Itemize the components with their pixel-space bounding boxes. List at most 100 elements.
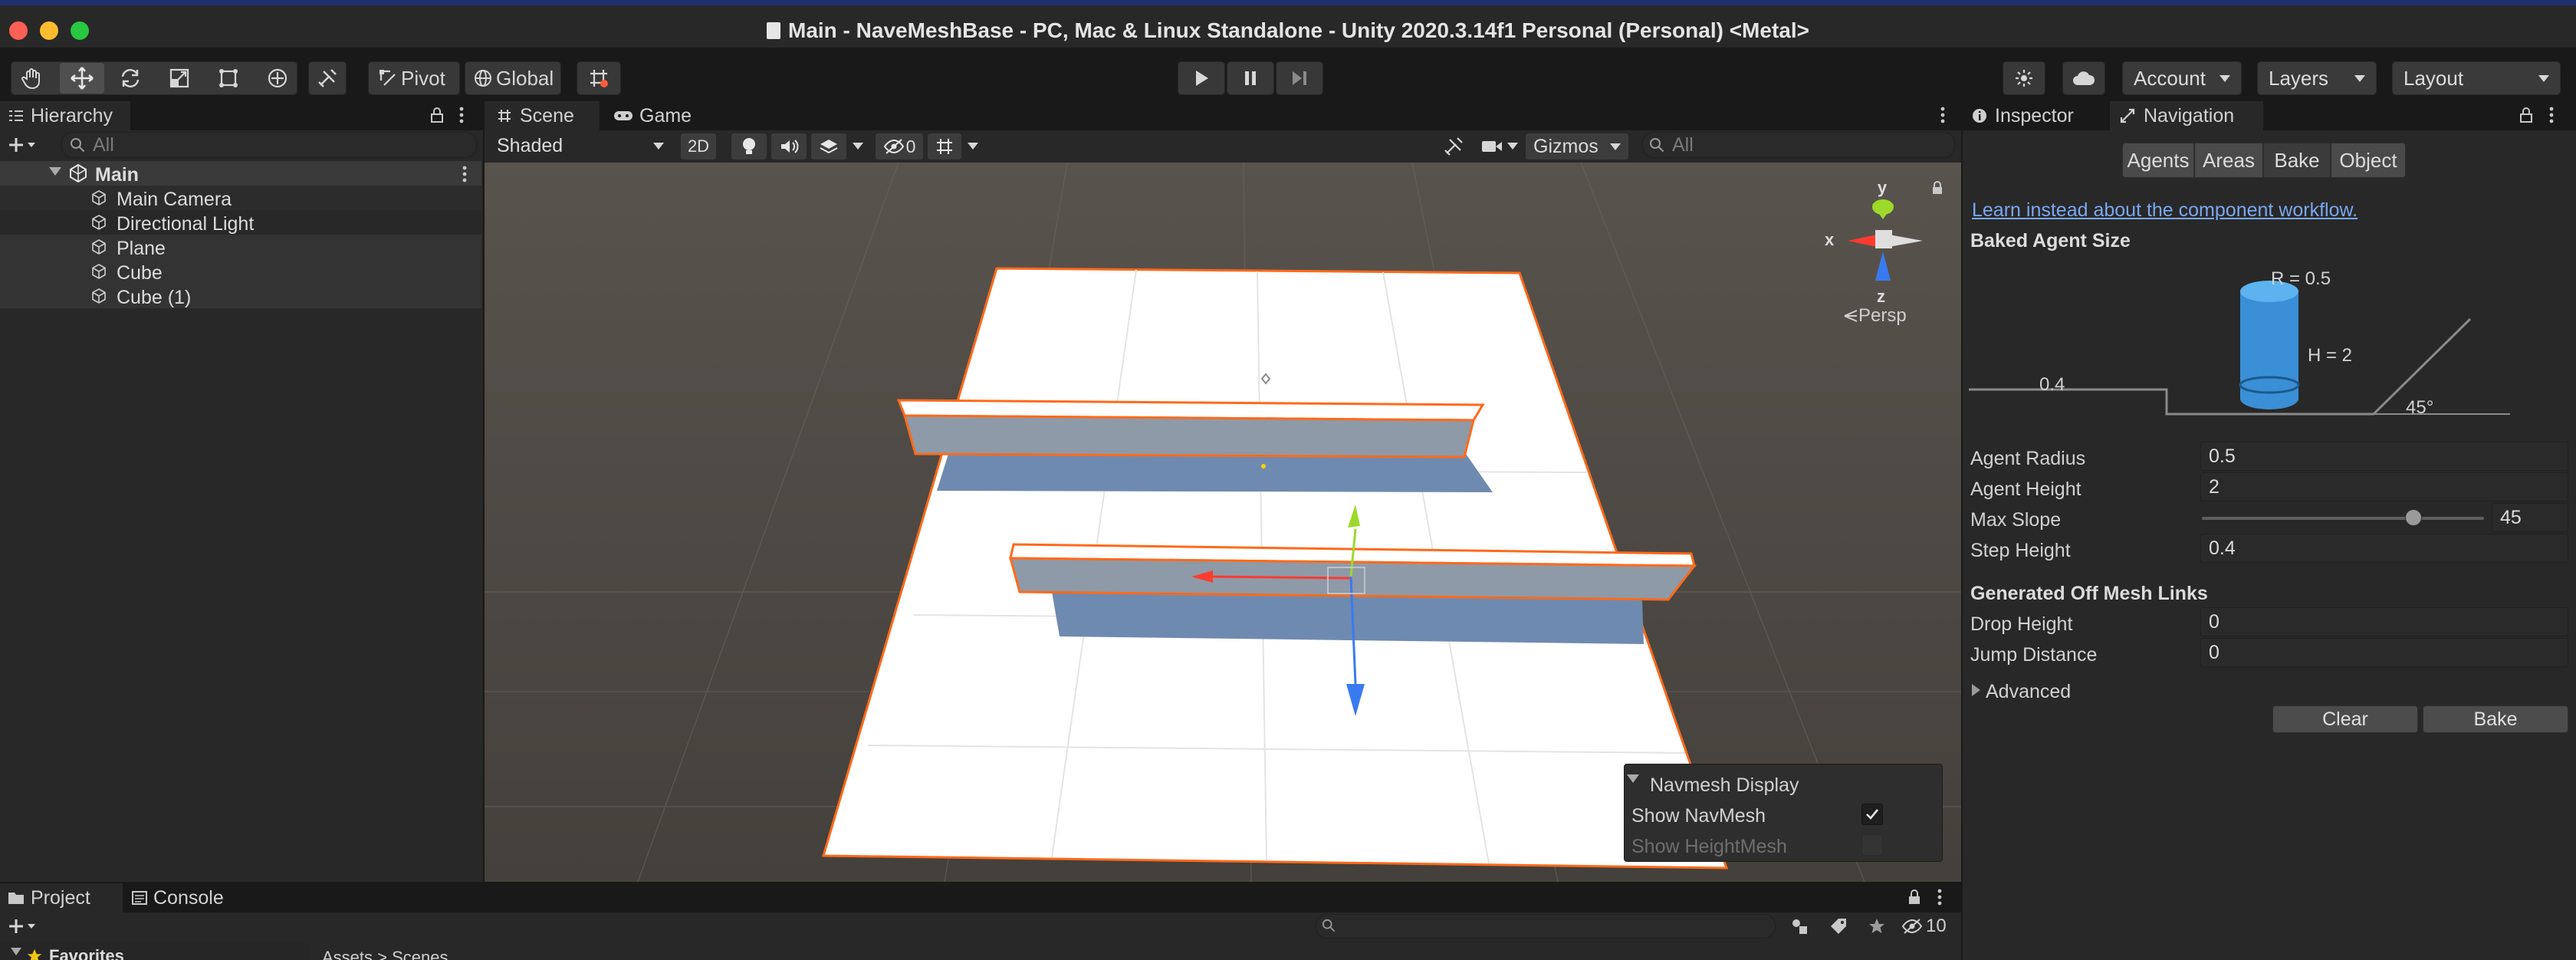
- close-window-button[interactable]: [9, 21, 28, 40]
- object-button[interactable]: Object: [2331, 143, 2406, 178]
- minimize-window-button[interactable]: [40, 21, 58, 40]
- layout-dropdown[interactable]: Layout: [2392, 61, 2561, 95]
- tools-icon[interactable]: [1438, 133, 1469, 159]
- max-slope-field[interactable]: 45: [2492, 503, 2568, 532]
- tab-scene[interactable]: Scene: [485, 101, 600, 130]
- show-navmesh-checkbox[interactable]: [1861, 804, 1883, 825]
- custom-tool-icon[interactable]: [308, 61, 347, 95]
- step-height-field[interactable]: 0.4: [2200, 534, 2568, 563]
- hierarchy-item[interactable]: Cube (1): [0, 284, 481, 308]
- rotate-tool-icon[interactable]: [113, 63, 147, 94]
- camera-dropdown-arrow-icon[interactable]: [1507, 143, 1518, 150]
- global-toggle[interactable]: Global: [465, 61, 561, 95]
- filter-by-label-icon[interactable]: [1825, 914, 1852, 939]
- advanced-foldout-arrow-icon[interactable]: [1972, 684, 1980, 696]
- play-button[interactable]: [1178, 61, 1225, 95]
- scene-kebab-menu-icon[interactable]: [1935, 104, 1950, 126]
- favorites-item[interactable]: Favorites: [26, 946, 124, 960]
- tab-game[interactable]: Game: [613, 101, 713, 130]
- account-dropdown[interactable]: Account: [2122, 61, 2242, 95]
- project-lock-icon[interactable]: [1904, 886, 1924, 908]
- move-tool-icon[interactable]: [60, 63, 104, 94]
- rect-tool-icon[interactable]: [212, 63, 245, 94]
- tab-navigation[interactable]: Navigation: [2110, 101, 2263, 130]
- pivot-toggle[interactable]: Pivot: [368, 61, 460, 95]
- expand-arrow-icon[interactable]: [49, 167, 61, 176]
- project-kebab-icon[interactable]: [1932, 886, 1947, 908]
- component-workflow-link[interactable]: Learn instead about the component workfl…: [1972, 199, 2358, 222]
- gameobject-cube-icon: [89, 187, 109, 209]
- project-search-input[interactable]: [1316, 914, 1776, 939]
- step-icon: [1293, 71, 1306, 85]
- inspector-lock-icon[interactable]: [2516, 104, 2536, 126]
- agent-radius-field[interactable]: 0.5: [2200, 442, 2568, 471]
- effects-toggle-icon[interactable]: [811, 133, 846, 159]
- tab-inspector[interactable]: Inspector: [1972, 101, 2102, 130]
- create-dropdown[interactable]: [5, 132, 41, 158]
- hierarchy-item[interactable]: Main Camera: [0, 186, 481, 210]
- gizmos-dropdown[interactable]: Gizmos: [1526, 133, 1628, 159]
- pause-button[interactable]: [1227, 61, 1274, 95]
- divider[interactable]: [483, 101, 485, 883]
- collab-icon[interactable]: [2003, 61, 2045, 95]
- hierarchy-item[interactable]: Plane: [0, 235, 481, 259]
- perspective-toggle[interactable]: Persp: [1843, 305, 1907, 327]
- baked-agent-size-heading: Baked Agent Size: [1970, 230, 2131, 252]
- tab-project[interactable]: Project: [0, 883, 123, 912]
- agents-button[interactable]: Agents: [2122, 143, 2194, 178]
- effects-dropdown-arrow-icon[interactable]: [853, 143, 863, 150]
- hidden-packages-toggle[interactable]: 10: [1901, 916, 1947, 937]
- scene-kebab-icon[interactable]: [457, 164, 472, 184]
- camera-icon[interactable]: [1477, 133, 1507, 159]
- hierarchy-search-input[interactable]: All: [61, 132, 477, 158]
- areas-button[interactable]: Areas: [2194, 143, 2263, 178]
- max-slope-slider[interactable]: [2202, 517, 2484, 520]
- advanced-foldout-label[interactable]: Advanced: [1986, 681, 2071, 703]
- grid-snap-icon[interactable]: [577, 61, 621, 95]
- lighting-toggle-icon[interactable]: [731, 133, 767, 159]
- project-create-dropdown[interactable]: [5, 914, 41, 939]
- zoom-window-button[interactable]: [71, 21, 89, 40]
- divider[interactable]: [1961, 101, 1963, 960]
- inspector-kebab-icon[interactable]: [2544, 104, 2559, 126]
- account-label: Account: [2134, 66, 2206, 90]
- kebab-menu-icon[interactable]: [454, 104, 469, 126]
- bake-button[interactable]: Bake: [2423, 705, 2568, 733]
- transform-tool-icon[interactable]: [261, 63, 294, 94]
- favorites-expand-arrow-icon[interactable]: [11, 948, 21, 955]
- collapse-arrow-icon[interactable]: [1627, 774, 1639, 783]
- project-breadcrumb[interactable]: Assets > Scenes: [322, 948, 448, 960]
- drop-height-field[interactable]: 0: [2200, 607, 2568, 636]
- lock-icon[interactable]: [426, 104, 448, 126]
- agent-height-field[interactable]: 2: [2200, 472, 2568, 501]
- layers-dropdown[interactable]: Layers: [2257, 61, 2377, 95]
- scale-tool-icon[interactable]: [163, 63, 196, 94]
- grid-toggle-icon[interactable]: [928, 133, 961, 159]
- toggle-2d-button[interactable]: 2D: [681, 133, 716, 159]
- jump-distance-field[interactable]: 0: [2200, 638, 2568, 667]
- hand-tool-icon[interactable]: [15, 63, 49, 94]
- hidden-objects-toggle[interactable]: 0: [876, 133, 923, 159]
- favorite-star-icon[interactable]: [1863, 914, 1891, 939]
- cloud-icon[interactable]: [2062, 61, 2105, 95]
- shading-mode-dropdown[interactable]: Shaded: [489, 132, 672, 159]
- dropdown-arrow-icon: [1610, 143, 1621, 150]
- grid-dropdown-arrow-icon[interactable]: [968, 143, 978, 150]
- tab-scene-label: Scene: [520, 104, 574, 127]
- audio-toggle-icon[interactable]: [771, 133, 807, 159]
- hierarchy-item[interactable]: Directional Light: [0, 210, 481, 235]
- clear-button[interactable]: Clear: [2272, 705, 2418, 733]
- list-icon: [9, 110, 23, 121]
- scene-search-input[interactable]: All: [1642, 132, 1955, 158]
- hierarchy-item[interactable]: Cube: [0, 259, 481, 284]
- divider[interactable]: [0, 882, 1961, 883]
- bake-tab-button[interactable]: Bake: [2263, 143, 2331, 178]
- tab-console[interactable]: Console: [132, 883, 247, 912]
- agents-label: Agents: [2127, 148, 2190, 172]
- step-button[interactable]: [1276, 61, 1323, 95]
- tab-hierarchy[interactable]: Hierarchy: [0, 101, 130, 130]
- max-slope-slider-thumb[interactable]: [2405, 509, 2422, 526]
- gizmo-lock-icon[interactable]: [1927, 178, 1947, 198]
- filter-by-type-icon[interactable]: [1786, 914, 1814, 939]
- show-heightmesh-checkbox[interactable]: [1861, 834, 1883, 856]
